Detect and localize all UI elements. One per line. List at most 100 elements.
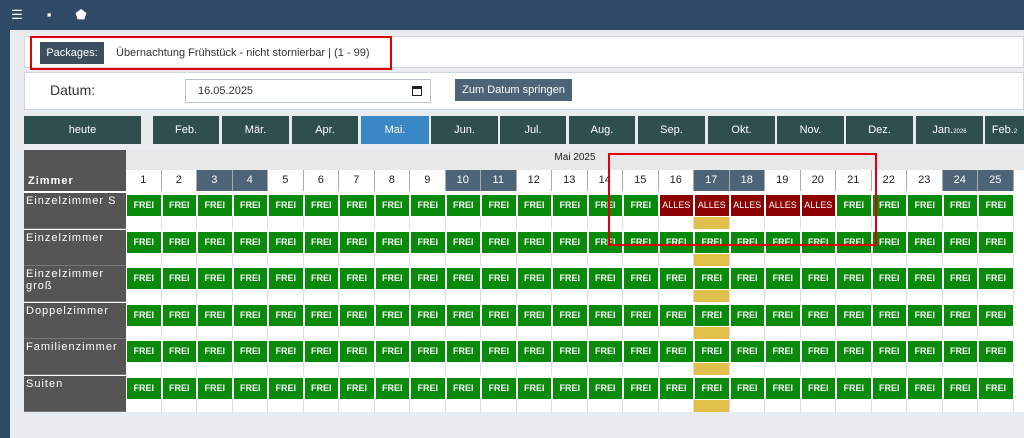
availability-cell[interactable]: FREI bbox=[872, 305, 906, 326]
availability-cell[interactable]: FREI bbox=[233, 232, 267, 253]
availability-cell[interactable]: FREI bbox=[375, 195, 409, 216]
availability-cell[interactable]: FREI bbox=[375, 341, 409, 362]
availability-cell[interactable]: FREI bbox=[482, 195, 516, 216]
availability-cell[interactable]: FREI bbox=[233, 341, 267, 362]
availability-cell[interactable]: FREI bbox=[269, 195, 303, 216]
availability-cell[interactable]: FREI bbox=[304, 305, 338, 326]
month-button[interactable]: Apr. bbox=[292, 116, 358, 144]
availability-cell[interactable]: FREI bbox=[872, 268, 906, 289]
availability-cell[interactable]: FREI bbox=[304, 378, 338, 399]
availability-cell[interactable]: FREI bbox=[553, 378, 587, 399]
availability-cell[interactable]: FREI bbox=[198, 268, 232, 289]
availability-cell[interactable]: FREI bbox=[304, 341, 338, 362]
availability-cell[interactable]: FREI bbox=[411, 195, 445, 216]
availability-cell[interactable]: FREI bbox=[375, 232, 409, 253]
availability-cell[interactable]: FREI bbox=[766, 378, 800, 399]
availability-cell[interactable]: FREI bbox=[553, 195, 587, 216]
availability-cell[interactable]: FREI bbox=[198, 341, 232, 362]
month-button[interactable]: Mär. bbox=[222, 116, 289, 144]
availability-cell[interactable]: FREI bbox=[979, 378, 1013, 399]
month-button[interactable]: Aug. bbox=[569, 116, 635, 144]
availability-cell[interactable]: FREI bbox=[446, 232, 480, 253]
availability-cell[interactable]: FREI bbox=[588, 378, 622, 399]
availability-cell[interactable]: FREI bbox=[624, 378, 658, 399]
availability-cell[interactable]: FREI bbox=[517, 268, 551, 289]
availability-cell[interactable]: FREI bbox=[411, 305, 445, 326]
availability-cell[interactable]: FREI bbox=[127, 232, 161, 253]
availability-cell[interactable]: FREI bbox=[162, 232, 196, 253]
availability-cell[interactable]: FREI bbox=[269, 268, 303, 289]
availability-cell[interactable]: FREI bbox=[730, 378, 764, 399]
availability-cell[interactable]: FREI bbox=[198, 378, 232, 399]
availability-cell[interactable]: FREI bbox=[198, 195, 232, 216]
shield-icon[interactable]: ⬟ bbox=[74, 8, 88, 22]
availability-cell[interactable]: FREI bbox=[908, 378, 942, 399]
availability-cell[interactable]: FREI bbox=[979, 341, 1013, 362]
availability-cell[interactable]: FREI bbox=[730, 268, 764, 289]
availability-cell[interactable]: FREI bbox=[482, 378, 516, 399]
month-button[interactable]: Sep. bbox=[638, 116, 705, 144]
month-button[interactable]: Mai. bbox=[361, 116, 429, 144]
availability-cell[interactable]: FREI bbox=[233, 305, 267, 326]
jump-to-date-button[interactable]: Zum Datum springen bbox=[455, 79, 572, 101]
availability-cell[interactable]: FREI bbox=[553, 268, 587, 289]
availability-cell[interactable]: FREI bbox=[162, 341, 196, 362]
availability-cell[interactable]: FREI bbox=[233, 268, 267, 289]
availability-cell[interactable]: FREI bbox=[269, 232, 303, 253]
availability-cell[interactable]: FREI bbox=[943, 195, 977, 216]
month-button[interactable]: Feb.2 bbox=[985, 116, 1024, 144]
availability-cell[interactable]: FREI bbox=[304, 232, 338, 253]
availability-cell[interactable]: FREI bbox=[801, 341, 835, 362]
availability-cell[interactable]: FREI bbox=[837, 341, 871, 362]
availability-cell[interactable]: FREI bbox=[943, 268, 977, 289]
availability-cell[interactable]: FREI bbox=[198, 305, 232, 326]
availability-cell[interactable]: FREI bbox=[659, 268, 693, 289]
availability-cell[interactable]: FREI bbox=[517, 378, 551, 399]
availability-cell[interactable]: FREI bbox=[872, 341, 906, 362]
availability-cell[interactable]: FREI bbox=[659, 341, 693, 362]
availability-cell[interactable]: FREI bbox=[482, 341, 516, 362]
availability-cell[interactable]: FREI bbox=[269, 378, 303, 399]
calendar-icon[interactable] bbox=[412, 86, 422, 96]
availability-cell[interactable]: FREI bbox=[446, 341, 480, 362]
availability-cell[interactable]: FREI bbox=[801, 378, 835, 399]
availability-cell[interactable]: FREI bbox=[411, 268, 445, 289]
availability-cell[interactable]: FREI bbox=[979, 305, 1013, 326]
availability-cell[interactable]: FREI bbox=[269, 341, 303, 362]
availability-cell[interactable]: FREI bbox=[872, 232, 906, 253]
availability-cell[interactable]: FREI bbox=[659, 378, 693, 399]
availability-cell[interactable]: FREI bbox=[943, 378, 977, 399]
availability-cell[interactable]: FREI bbox=[730, 341, 764, 362]
availability-cell[interactable]: FREI bbox=[908, 195, 942, 216]
availability-cell[interactable]: FREI bbox=[517, 341, 551, 362]
availability-cell[interactable]: FREI bbox=[872, 195, 906, 216]
availability-cell[interactable]: FREI bbox=[198, 232, 232, 253]
availability-cell[interactable]: FREI bbox=[837, 268, 871, 289]
availability-cell[interactable]: FREI bbox=[411, 341, 445, 362]
availability-cell[interactable]: FREI bbox=[588, 341, 622, 362]
availability-cell[interactable]: FREI bbox=[162, 378, 196, 399]
availability-cell[interactable]: FREI bbox=[517, 305, 551, 326]
availability-cell[interactable]: FREI bbox=[624, 305, 658, 326]
availability-cell[interactable]: FREI bbox=[482, 305, 516, 326]
availability-cell[interactable]: FREI bbox=[553, 305, 587, 326]
availability-cell[interactable]: FREI bbox=[624, 268, 658, 289]
availability-cell[interactable]: FREI bbox=[304, 195, 338, 216]
availability-cell[interactable]: FREI bbox=[588, 268, 622, 289]
availability-cell[interactable]: FREI bbox=[411, 232, 445, 253]
availability-cell[interactable]: FREI bbox=[908, 305, 942, 326]
availability-cell[interactable]: FREI bbox=[127, 305, 161, 326]
availability-cell[interactable]: FREI bbox=[908, 341, 942, 362]
today-button[interactable]: heute bbox=[24, 116, 141, 144]
availability-cell[interactable]: FREI bbox=[943, 341, 977, 362]
availability-cell[interactable]: FREI bbox=[908, 268, 942, 289]
month-button[interactable]: Feb. bbox=[153, 116, 219, 144]
availability-cell[interactable]: FREI bbox=[624, 341, 658, 362]
availability-cell[interactable]: FREI bbox=[411, 378, 445, 399]
availability-cell[interactable]: FREI bbox=[943, 305, 977, 326]
availability-cell[interactable]: FREI bbox=[943, 232, 977, 253]
availability-cell[interactable]: FREI bbox=[340, 268, 374, 289]
availability-cell[interactable]: FREI bbox=[375, 378, 409, 399]
availability-cell[interactable]: FREI bbox=[446, 305, 480, 326]
availability-cell[interactable]: FREI bbox=[233, 195, 267, 216]
